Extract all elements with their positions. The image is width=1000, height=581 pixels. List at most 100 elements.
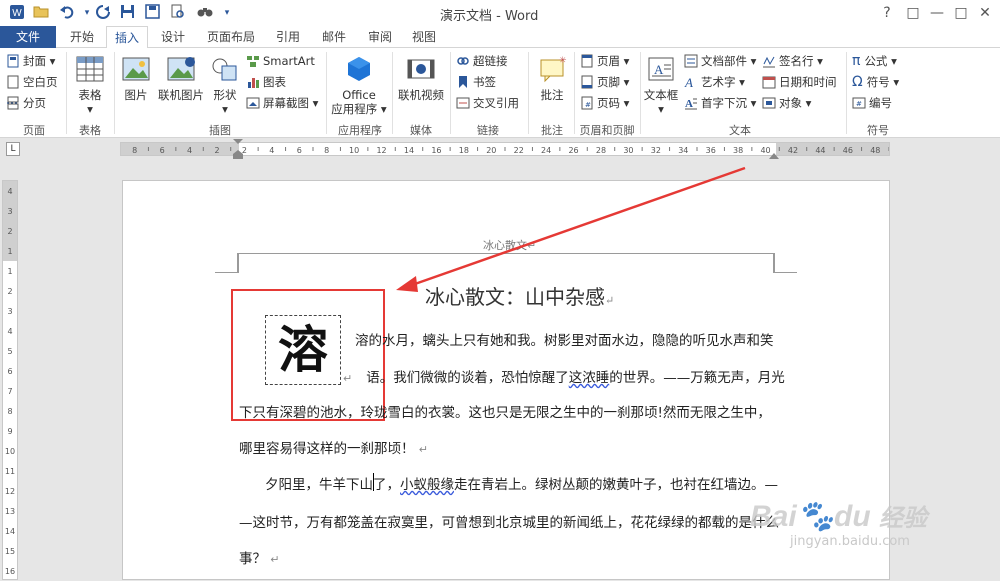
online-video-button[interactable]: 联机视频	[396, 54, 446, 102]
footer-button[interactable]: 页脚 ▾	[580, 73, 629, 91]
equation-button[interactable]: π公式 ▾	[852, 52, 897, 70]
group-separator	[66, 52, 67, 134]
footer-icon	[580, 75, 594, 89]
svg-text:A: A	[685, 98, 693, 110]
word-logo-icon: W	[8, 4, 26, 22]
smartart-button[interactable]: SmartArt	[246, 52, 315, 70]
page-break-button[interactable]: 分页	[6, 94, 46, 112]
svg-text:A: A	[684, 75, 693, 89]
online-pictures-button[interactable]: 联机图片	[156, 54, 206, 102]
header-margin-mark	[773, 253, 775, 273]
tab-selector[interactable]: L	[6, 142, 20, 156]
screenshot-button[interactable]: 屏幕截图 ▾	[246, 94, 318, 112]
find-binoculars-icon[interactable]	[196, 4, 214, 22]
tab-review[interactable]: 审阅	[360, 26, 400, 48]
group-label-header-footer: 页眉和页脚	[574, 122, 640, 138]
group-label-illustrations: 插图	[190, 122, 250, 138]
page-number-icon: #	[580, 96, 594, 110]
date-time-button[interactable]: 日期和时间	[762, 73, 837, 91]
vertical-ruler[interactable]: 432112345678910111213141516	[2, 180, 18, 580]
tab-design[interactable]: 设计	[152, 26, 194, 48]
symbol-button[interactable]: Ω符号 ▾	[852, 73, 899, 91]
quick-parts-icon	[684, 54, 698, 68]
tab-file[interactable]: 文件	[0, 26, 56, 48]
office-store-icon	[344, 54, 374, 84]
wordart-button[interactable]: A艺术字 ▾	[684, 73, 745, 91]
ribbon-display-options-button[interactable]: □	[902, 3, 924, 23]
blank-page-button[interactable]: 空白页	[6, 73, 58, 91]
ruler-tick-label: 6	[160, 146, 165, 155]
save-as-icon[interactable]	[143, 4, 161, 22]
ruler-tick-label: 26	[568, 146, 578, 155]
chart-button[interactable]: 图表	[246, 73, 286, 91]
vruler-tick-label: 7	[7, 387, 12, 396]
hyperlink-button[interactable]: 超链接	[456, 52, 508, 70]
indent-marker-icon[interactable]	[233, 139, 243, 159]
hyperlink-icon	[456, 54, 470, 68]
vruler-tick-label: 1	[7, 267, 12, 276]
group-separator	[114, 52, 115, 134]
customize-toolbar-icon[interactable]: ▾	[218, 4, 236, 22]
text-box-button[interactable]: A 文本框▾	[642, 54, 680, 116]
ruler-tick-label: 38	[733, 146, 743, 155]
undo-icon[interactable]	[58, 4, 76, 22]
ruler-tick-label: 46	[843, 146, 853, 155]
numbering-button[interactable]: #编号	[852, 94, 892, 112]
svg-text:W: W	[12, 8, 22, 19]
vruler-tick-label: 15	[5, 547, 15, 556]
margin-corner	[215, 272, 239, 273]
wordart-icon: A	[684, 75, 698, 89]
object-button[interactable]: 对象 ▾	[762, 94, 811, 112]
shapes-button[interactable]: 形状▾	[208, 54, 242, 116]
office-apps-button[interactable]: Office应用程序 ▾	[330, 54, 388, 116]
tab-references[interactable]: 引用	[268, 26, 308, 48]
table-button[interactable]: 表格▾	[72, 54, 108, 116]
group-label-pages: 页面	[10, 122, 58, 138]
minimize-button[interactable]: —	[926, 3, 948, 23]
group-label-media: 媒体	[396, 122, 446, 138]
open-folder-icon[interactable]	[32, 4, 50, 22]
vruler-tick-label: 13	[5, 507, 15, 516]
maximize-button[interactable]: □	[950, 3, 972, 23]
redo-icon[interactable]	[94, 4, 112, 22]
cover-page-button[interactable]: 封面 ▾	[6, 52, 55, 70]
help-button[interactable]: ?	[876, 3, 898, 23]
horizontal-ruler[interactable]: 8642246810121416182022242628303234363840…	[120, 142, 890, 156]
signature-line-icon	[762, 54, 776, 68]
bookmark-button[interactable]: 书签	[456, 73, 496, 91]
quick-parts-button[interactable]: 文档部件 ▾	[684, 52, 756, 70]
right-indent-marker-icon[interactable]	[769, 149, 779, 159]
vruler-tick-label: 3	[7, 307, 12, 316]
vruler-tick-label: 3	[7, 207, 12, 216]
group-separator	[640, 52, 641, 134]
group-label-symbols: 符号	[858, 122, 898, 138]
header-margin-mark	[237, 253, 239, 273]
group-label-text: 文本	[720, 122, 760, 138]
vruler-tick-label: 4	[7, 327, 12, 336]
print-preview-icon[interactable]	[168, 4, 186, 22]
cross-reference-button[interactable]: 交叉引用	[456, 94, 519, 112]
vruler-tick-label: 5	[7, 347, 12, 356]
title-bar: W ▾ ▾ 演示文档 - Word ? □ — □ ✕	[0, 0, 1000, 26]
header-button[interactable]: 页眉 ▾	[580, 52, 629, 70]
close-button[interactable]: ✕	[974, 3, 996, 23]
tab-page-layout[interactable]: 页面布局	[200, 26, 262, 48]
tab-mailings[interactable]: 邮件	[314, 26, 354, 48]
ruler-tick-label: 18	[459, 146, 469, 155]
ruler-tick-label: 34	[678, 146, 688, 155]
save-icon[interactable]	[118, 4, 136, 22]
comment-button[interactable]: ✳ 批注	[532, 54, 572, 102]
ruler-tick-label: 42	[788, 146, 798, 155]
group-separator	[528, 52, 529, 134]
tab-insert[interactable]: 插入	[106, 26, 148, 49]
ruler-tick-label: 10	[349, 146, 359, 155]
page-break-icon	[6, 96, 20, 110]
drop-cap-button[interactable]: A首字下沉 ▾	[684, 94, 756, 112]
tab-view[interactable]: 视图	[404, 26, 444, 48]
vruler-tick-label: 1	[7, 247, 12, 256]
signature-line-button[interactable]: 签名行 ▾	[762, 52, 823, 70]
vruler-tick-label: 14	[5, 527, 15, 536]
page-number-button[interactable]: #页码 ▾	[580, 94, 629, 112]
pictures-button[interactable]: 图片	[118, 54, 154, 102]
tab-home[interactable]: 开始	[62, 26, 102, 48]
